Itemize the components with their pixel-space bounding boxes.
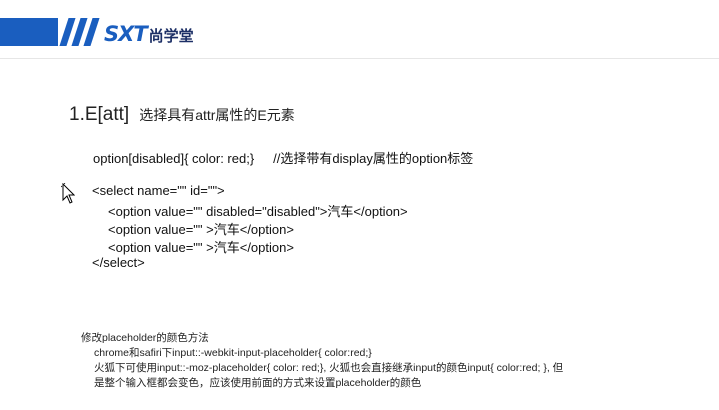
logo-text: 尚学堂 <box>148 27 194 45</box>
css-rule-code: option[disabled]{ color: red;} <box>93 151 255 166</box>
move-cursor-icon <box>61 183 75 204</box>
header-blue-bar <box>0 18 58 46</box>
notes-line: 火狐下可使用input::-moz-placeholder{ color: re… <box>94 362 564 374</box>
notes-line: 是整个输入框都会变色，应该使用前面的方式来设置placeholder的颜色 <box>94 377 422 389</box>
css-rule-comment: //选择带有display属性的option标签 <box>273 151 474 166</box>
divider <box>0 58 719 59</box>
code-line: <select name="" id=""> <box>92 183 225 198</box>
logo-mark: SXT <box>104 22 148 46</box>
notes-line: chrome和safiri下input::-webkit-input-place… <box>94 347 372 359</box>
code-line: </select> <box>92 255 145 270</box>
code-line: <option value="" >汽车</option> <box>108 222 294 237</box>
notes-title: 修改placeholder的颜色方法 <box>81 332 209 344</box>
slide-heading: 1.E[att] 选择具有attr属性的E元素 <box>69 104 295 126</box>
css-rule-line: option[disabled]{ color: red;} //选择带有disp… <box>93 148 473 167</box>
heading-description: 选择具有attr属性的E元素 <box>139 107 295 123</box>
brand-logo: SXT 尚学堂 <box>104 22 194 46</box>
code-line: <option value="" disabled="disabled">汽车<… <box>108 204 408 219</box>
heading-selector: 1.E[att] <box>69 104 130 125</box>
code-line: <option value="" >汽车</option> <box>108 240 294 255</box>
